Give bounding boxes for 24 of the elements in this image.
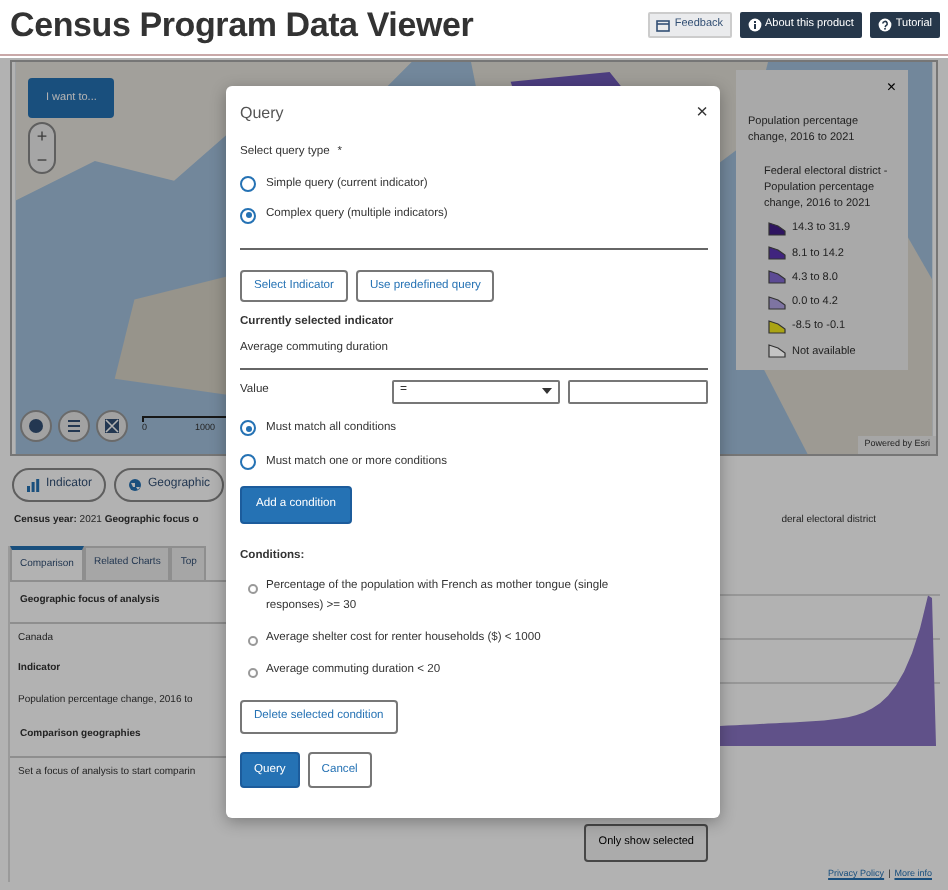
radio-button[interactable] xyxy=(240,453,256,470)
bar-chart-icon xyxy=(26,478,40,492)
info-icon xyxy=(747,18,762,32)
zoom-in-button[interactable]: + xyxy=(30,124,54,148)
radio-button[interactable] xyxy=(240,176,256,193)
caret-icon xyxy=(542,388,552,395)
globe-icon xyxy=(128,478,143,492)
page-title: Census Program Data Viewer xyxy=(10,6,474,48)
close-button[interactable]: × xyxy=(886,76,896,100)
list-icon xyxy=(66,418,82,434)
radio-button[interactable] xyxy=(248,635,258,646)
basemap-icon xyxy=(28,418,44,434)
value-input[interactable] xyxy=(568,379,708,404)
help-icon xyxy=(877,18,892,32)
grid-icon xyxy=(104,418,120,434)
calendar-icon xyxy=(656,18,671,32)
dialog-title: Query xyxy=(240,102,284,126)
close-button[interactable]: × xyxy=(696,104,708,124)
radio-button[interactable] xyxy=(248,668,258,679)
radio-button[interactable] xyxy=(248,584,258,595)
radio-button[interactable] xyxy=(240,420,256,437)
radio-button[interactable] xyxy=(240,207,256,224)
zoom-out-button[interactable]: − xyxy=(30,148,54,172)
scale-bar xyxy=(142,416,230,423)
